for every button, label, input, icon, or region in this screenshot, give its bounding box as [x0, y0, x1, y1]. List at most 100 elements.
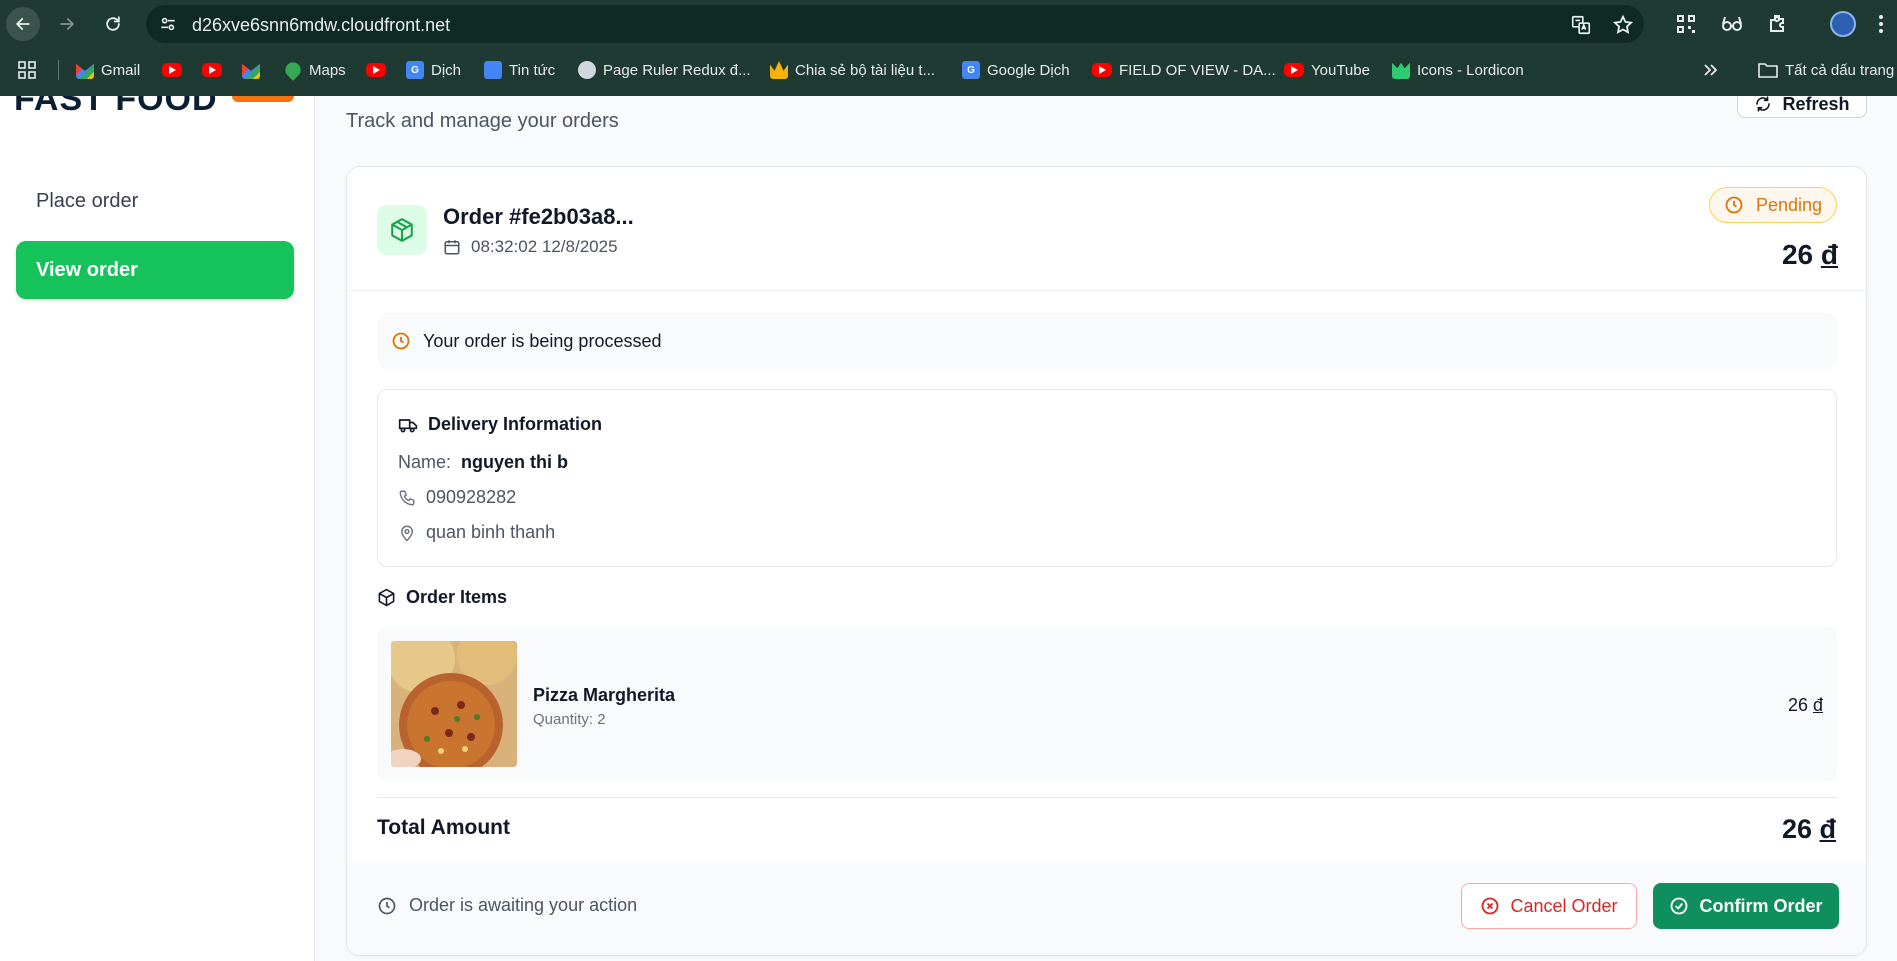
item-price: 26 đ — [1787, 695, 1823, 715]
gmail-icon — [76, 63, 94, 79]
item-quantity: Quantity: 2 — [533, 711, 606, 728]
bookmarks-bar: Gmail Maps G Dịch Tin tức Page Ruler Redu… — [0, 50, 1897, 90]
calendar-icon — [444, 240, 460, 255]
browser-chrome: d26xve6snn6mdw.cloudfront.net Gmail Maps… — [0, 0, 1897, 96]
delivery-name: nguyen thi b — [461, 452, 569, 472]
sidebar-item-label: Place order — [36, 189, 139, 212]
phone-icon — [399, 490, 415, 505]
sidebar: FAST FOOD Place order View order — [0, 96, 315, 961]
delivery-address-row: quan binh thanh — [398, 522, 555, 543]
lordicon-icon — [1392, 62, 1410, 79]
processing-banner: Your order is being processed — [377, 313, 1837, 369]
news-icon — [484, 61, 502, 79]
total-divider — [377, 797, 1837, 798]
back-button[interactable] — [6, 7, 40, 41]
reading-glasses-icon[interactable] — [1720, 12, 1744, 36]
sidebar-item-view-order[interactable]: View order — [16, 241, 294, 299]
sidebar-item-label: View order — [36, 258, 138, 281]
total-amount-value: 26 đ — [1781, 814, 1836, 844]
bookmark-youtube-2[interactable] — [202, 60, 222, 80]
bookmark-maps[interactable]: Maps — [282, 59, 346, 81]
delivery-info-title: Delivery Information — [398, 414, 602, 435]
cancel-order-button[interactable]: Cancel Order — [1461, 883, 1637, 929]
bookmark-google-dich[interactable]: G Google Dịch — [962, 60, 1070, 80]
bookmark-chia-se[interactable]: Chia sẻ bộ tài liệu t... — [770, 60, 935, 80]
reload-icon — [106, 16, 120, 31]
clock-icon — [378, 897, 396, 914]
all-bookmarks-folder[interactable]: Tất cả dấu trang — [1758, 60, 1894, 80]
youtube-icon — [366, 63, 386, 77]
bookmark-youtube-3[interactable] — [366, 60, 386, 80]
delivery-phone: 090928282 — [426, 487, 517, 507]
bookmark-tin-tuc[interactable]: Tin tức — [484, 60, 555, 80]
bookmark-gmail-2[interactable] — [242, 60, 260, 80]
extensions-icon[interactable] — [1766, 12, 1790, 36]
reload-button[interactable] — [96, 7, 130, 41]
clock-icon — [1725, 196, 1743, 214]
package-icon — [391, 218, 413, 242]
truck-icon — [398, 418, 418, 432]
order-actions-footer: Order is awaiting your action Cancel Ord… — [347, 863, 1866, 955]
bookmark-youtube[interactable]: YouTube — [1284, 60, 1370, 80]
folder-icon — [1758, 63, 1778, 78]
globe-icon — [578, 61, 596, 79]
bookmark-field-of-view[interactable]: FIELD OF VIEW - DA... — [1092, 60, 1276, 80]
clock-icon — [392, 332, 410, 350]
logo-mark — [232, 96, 294, 102]
pizza-image — [391, 641, 517, 767]
more-bookmarks-button[interactable] — [1702, 60, 1718, 80]
youtube-icon — [162, 63, 182, 77]
maps-icon — [282, 59, 304, 81]
refresh-button[interactable]: Refresh — [1737, 96, 1867, 118]
check-circle-icon — [1671, 897, 1688, 915]
youtube-icon — [1284, 63, 1304, 77]
delivery-address: quan binh thanh — [426, 522, 556, 542]
chevron-double-right-icon — [1704, 64, 1718, 76]
apps-button[interactable] — [18, 60, 36, 80]
translate-page-icon[interactable] — [1570, 14, 1592, 36]
crown-icon — [770, 61, 788, 79]
delivery-phone-row: 090928282 — [398, 487, 516, 508]
order-card-header: Order #fe2b03a8... 08:32:02 12/8/2025 Pe… — [347, 167, 1866, 291]
confirm-order-button[interactable]: Confirm Order — [1653, 883, 1839, 929]
bookmark-page-ruler[interactable]: Page Ruler Redux đ... — [578, 60, 751, 80]
total-amount-label: Total Amount — [377, 816, 510, 839]
awaiting-action-note: Order is awaiting your action — [377, 895, 637, 916]
bookmark-lordicon[interactable]: Icons - Lordicon — [1392, 60, 1524, 80]
bookmarks-separator — [58, 60, 59, 80]
arrow-right-icon — [60, 18, 75, 30]
bookmark-dich[interactable]: G Dịch — [406, 60, 461, 80]
google-translate-icon: G — [406, 61, 424, 79]
map-pin-icon — [401, 525, 413, 541]
order-card: Order #fe2b03a8... 08:32:02 12/8/2025 Pe… — [346, 166, 1867, 956]
app-logo[interactable]: FAST FOOD — [14, 96, 218, 119]
youtube-icon — [1092, 63, 1112, 77]
url-text[interactable]: d26xve6snn6mdw.cloudfront.net — [192, 15, 450, 36]
order-badge — [377, 205, 427, 255]
arrow-left-icon — [15, 18, 30, 30]
apps-grid-icon — [18, 61, 36, 79]
refresh-icon — [1756, 96, 1771, 112]
order-total-header: 26 đ — [1781, 239, 1838, 270]
delivery-info-panel: Delivery Information Name: nguyen thi b … — [377, 389, 1837, 567]
bookmark-youtube-1[interactable] — [162, 60, 182, 80]
browser-toolbar: d26xve6snn6mdw.cloudfront.net — [0, 0, 1897, 48]
page-subtitle: Track and manage your orders — [346, 110, 619, 132]
item-name: Pizza Margherita — [533, 685, 676, 705]
delivery-name-row: Name: nguyen thi b — [398, 452, 569, 472]
order-items-title: Order Items — [377, 587, 507, 608]
address-bar[interactable]: d26xve6snn6mdw.cloudfront.net — [146, 5, 1644, 43]
status-badge: Pending — [1709, 187, 1838, 223]
google-translate-icon: G — [962, 61, 980, 79]
x-circle-icon — [1482, 897, 1499, 915]
bookmark-star-icon[interactable] — [1612, 14, 1634, 36]
qr-code-icon[interactable] — [1674, 12, 1698, 36]
profile-avatar[interactable] — [1830, 11, 1856, 37]
forward-button[interactable] — [50, 7, 84, 41]
gmail-icon — [242, 63, 260, 79]
order-date: 08:32:02 12/8/2025 — [443, 237, 618, 257]
bookmark-gmail[interactable]: Gmail — [76, 60, 140, 80]
browser-menu-icon[interactable] — [1878, 14, 1884, 34]
site-info-icon[interactable] — [156, 12, 180, 36]
sidebar-item-place-order[interactable]: Place order — [16, 172, 294, 230]
